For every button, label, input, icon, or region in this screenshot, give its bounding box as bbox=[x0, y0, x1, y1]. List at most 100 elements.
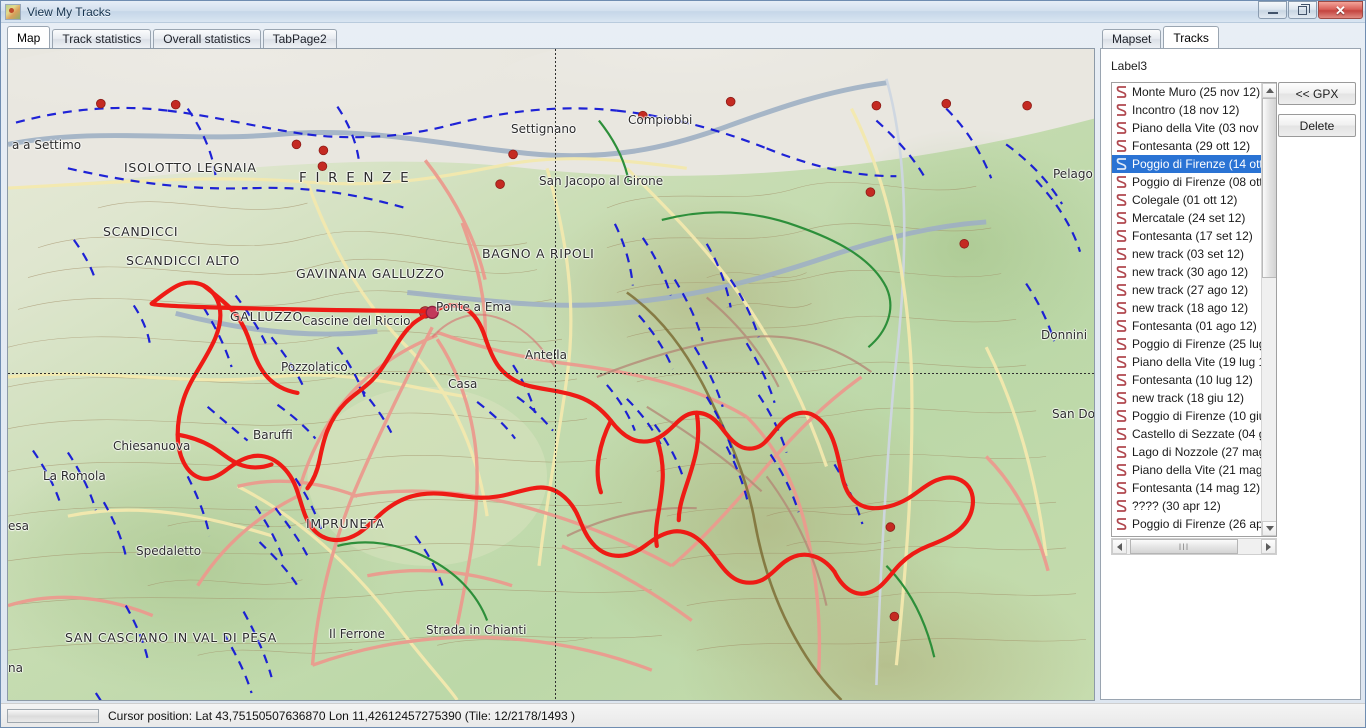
crosshair-horizontal bbox=[8, 373, 1094, 374]
tab-track-statistics[interactable]: Track statistics bbox=[52, 29, 152, 48]
track-list-item[interactable]: Poggio di Firenze (14 ott 1 bbox=[1112, 155, 1261, 173]
track-list-item-label: Poggio di Firenze (25 lug 1 bbox=[1132, 337, 1261, 351]
tab-overall-statistics[interactable]: Overall statistics bbox=[153, 29, 261, 48]
chevron-up-icon bbox=[1265, 88, 1274, 93]
tracks-panel: Label3 Monte Muro (25 nov 12) Incontro (1… bbox=[1100, 48, 1361, 700]
tab-tabpage2-label: TabPage2 bbox=[272, 32, 327, 46]
tab-tabpage2[interactable]: TabPage2 bbox=[262, 29, 337, 48]
track-list-item[interactable]: Fontesanta (01 ago 12) bbox=[1112, 317, 1261, 335]
track-list-item[interactable]: new track (18 ago 12) bbox=[1112, 299, 1261, 317]
track-icon bbox=[1116, 230, 1127, 242]
track-icon bbox=[1115, 535, 1129, 537]
track-icon bbox=[1116, 338, 1127, 350]
tracks-vertical-scrollbar[interactable] bbox=[1261, 83, 1276, 536]
tab-map[interactable]: Map bbox=[7, 26, 51, 48]
track-list-item[interactable]: Poggio di Firenze (25 lug 1 bbox=[1112, 335, 1261, 353]
track-list-item-label: ???? (30 apr 12) bbox=[1132, 499, 1221, 513]
track-icon bbox=[1116, 356, 1127, 368]
tab-map-label: Map bbox=[17, 30, 41, 45]
crosshair-vertical bbox=[555, 49, 556, 700]
map-canvas[interactable]: a a Settimo ISOLOTTO LEGNAIA F I R E N Z… bbox=[8, 49, 1094, 700]
map-view[interactable]: a a Settimo ISOLOTTO LEGNAIA F I R E N Z… bbox=[7, 48, 1095, 701]
track-list-item[interactable]: Fontesanta (17 set 12) bbox=[1112, 227, 1261, 245]
left-pane: Map Track statistics Overall statistics … bbox=[1, 23, 1098, 703]
track-list-item-label: new track (03 set 12) bbox=[1132, 247, 1245, 261]
track-list-item[interactable]: Castello di Sezzate (04 giu bbox=[1112, 425, 1261, 443]
track-list-item-label: Fontesanta (10 lug 12) bbox=[1132, 373, 1253, 387]
track-list-item-label: Castello di Sezzate (04 giu bbox=[1132, 427, 1261, 441]
track-list-item[interactable]: Incontro (23 apr 12) bbox=[1112, 533, 1261, 537]
chevron-down-icon bbox=[1265, 526, 1274, 531]
track-list-item-label: Poggio di Firenze (14 ott 1 bbox=[1132, 157, 1261, 171]
scroll-left-button[interactable] bbox=[1112, 539, 1127, 554]
gpx-button[interactable]: << GPX bbox=[1278, 82, 1356, 105]
track-list-item[interactable]: Piano della Vite (03 nov 1 bbox=[1112, 119, 1261, 137]
panel-label: Label3 bbox=[1111, 59, 1148, 73]
track-list-item[interactable]: Lago di Nozzole (27 mag 1 bbox=[1112, 443, 1261, 461]
tracks-list[interactable]: Monte Muro (25 nov 12) Incontro (18 nov 1… bbox=[1112, 83, 1261, 537]
track-list-item[interactable]: Monte Muro (25 nov 12) bbox=[1112, 83, 1261, 101]
track-list-item-label: Fontesanta (17 set 12) bbox=[1132, 229, 1253, 243]
track-icon bbox=[1116, 410, 1127, 422]
track-list-item-label: Poggio di Firenze (08 ott 1 bbox=[1132, 175, 1261, 189]
delete-button[interactable]: Delete bbox=[1278, 114, 1356, 137]
track-list-item[interactable]: new track (18 giu 12) bbox=[1112, 389, 1261, 407]
app-icon bbox=[5, 3, 21, 20]
track-list-item-label: Fontesanta (14 mag 12) bbox=[1132, 481, 1261, 495]
tab-mapset[interactable]: Mapset bbox=[1102, 29, 1162, 48]
chevron-left-icon bbox=[1117, 542, 1122, 551]
scroll-right-button[interactable] bbox=[1261, 539, 1276, 554]
track-icon bbox=[1116, 302, 1127, 314]
track-list-item[interactable]: Poggio di Firenze (10 giu 1 bbox=[1112, 407, 1261, 425]
tracks-horizontal-scrollbar[interactable]: III bbox=[1111, 538, 1277, 555]
track-list-item[interactable]: Colegale (01 ott 12) bbox=[1112, 191, 1261, 209]
track-list-item-label: Piano della Vite (21 mag 1 bbox=[1132, 463, 1261, 477]
horizontal-scroll-thumb[interactable]: III bbox=[1130, 539, 1238, 554]
status-bar: Cursor position: Lat 43,75150507636870 L… bbox=[1, 703, 1365, 727]
minimize-button[interactable] bbox=[1258, 1, 1287, 19]
main-tabstrip: Map Track statistics Overall statistics … bbox=[7, 26, 1098, 48]
track-list-item-label: Colegale (01 ott 12) bbox=[1132, 193, 1238, 207]
track-icon bbox=[1116, 464, 1127, 476]
maximize-button[interactable] bbox=[1288, 1, 1317, 19]
track-list-item[interactable]: new track (30 ago 12) bbox=[1112, 263, 1261, 281]
track-icon bbox=[1116, 194, 1127, 206]
track-icon bbox=[1116, 284, 1127, 296]
vertical-scroll-thumb[interactable] bbox=[1262, 98, 1276, 278]
tab-tracks[interactable]: Tracks bbox=[1163, 26, 1219, 48]
track-list-item[interactable]: Piano della Vite (19 lug 12 bbox=[1112, 353, 1261, 371]
track-icon bbox=[1116, 248, 1127, 260]
track-list-item-label: Fontesanta (01 ago 12) bbox=[1132, 319, 1257, 333]
track-list-item[interactable]: ???? (30 apr 12) bbox=[1112, 497, 1261, 515]
track-list-item[interactable]: Poggio di Firenze (08 ott 1 bbox=[1112, 173, 1261, 191]
track-icon bbox=[1116, 212, 1127, 224]
track-list-item[interactable]: Poggio di Firenze (26 apr 1 bbox=[1112, 515, 1261, 533]
tab-tracks-label: Tracks bbox=[1173, 30, 1209, 45]
track-icon bbox=[1116, 122, 1127, 134]
progress-bar bbox=[7, 708, 99, 723]
track-list-item[interactable]: Fontesanta (29 ott 12) bbox=[1112, 137, 1261, 155]
scroll-down-button[interactable] bbox=[1262, 521, 1276, 536]
track-list-item[interactable]: Incontro (18 nov 12) bbox=[1112, 101, 1261, 119]
track-list-item[interactable]: Piano della Vite (21 mag 1 bbox=[1112, 461, 1261, 479]
title-bar: View My Tracks ✕ bbox=[1, 1, 1365, 23]
track-list-item-label: Piano della Vite (03 nov 1 bbox=[1132, 121, 1261, 135]
track-list-item-label: Poggio di Firenze (10 giu 1 bbox=[1132, 409, 1261, 423]
track-list-item-label: Monte Muro (25 nov 12) bbox=[1132, 85, 1261, 99]
tracks-listbox[interactable]: Monte Muro (25 nov 12) Incontro (18 nov 1… bbox=[1111, 82, 1277, 537]
gpx-button-label: << GPX bbox=[1295, 86, 1339, 101]
horizontal-scroll-track[interactable]: III bbox=[1127, 539, 1261, 554]
track-list-item[interactable]: Fontesanta (14 mag 12) bbox=[1112, 479, 1261, 497]
track-start-marker bbox=[425, 305, 439, 319]
track-list-item[interactable]: Fontesanta (10 lug 12) bbox=[1112, 371, 1261, 389]
close-button[interactable]: ✕ bbox=[1318, 1, 1363, 19]
tab-mapset-label: Mapset bbox=[1112, 32, 1152, 46]
track-list-item[interactable]: Mercatale (24 set 12) bbox=[1112, 209, 1261, 227]
track-list-item-label: Mercatale (24 set 12) bbox=[1132, 211, 1246, 225]
track-list-item[interactable]: new track (03 set 12) bbox=[1112, 245, 1261, 263]
track-list-item-label: Incontro (23 apr 12) bbox=[1132, 535, 1237, 536]
track-list-item[interactable]: new track (27 ago 12) bbox=[1112, 281, 1261, 299]
track-list-item-label: Fontesanta (29 ott 12) bbox=[1132, 139, 1251, 153]
scroll-up-button[interactable] bbox=[1262, 83, 1276, 98]
window-controls: ✕ bbox=[1257, 1, 1363, 21]
